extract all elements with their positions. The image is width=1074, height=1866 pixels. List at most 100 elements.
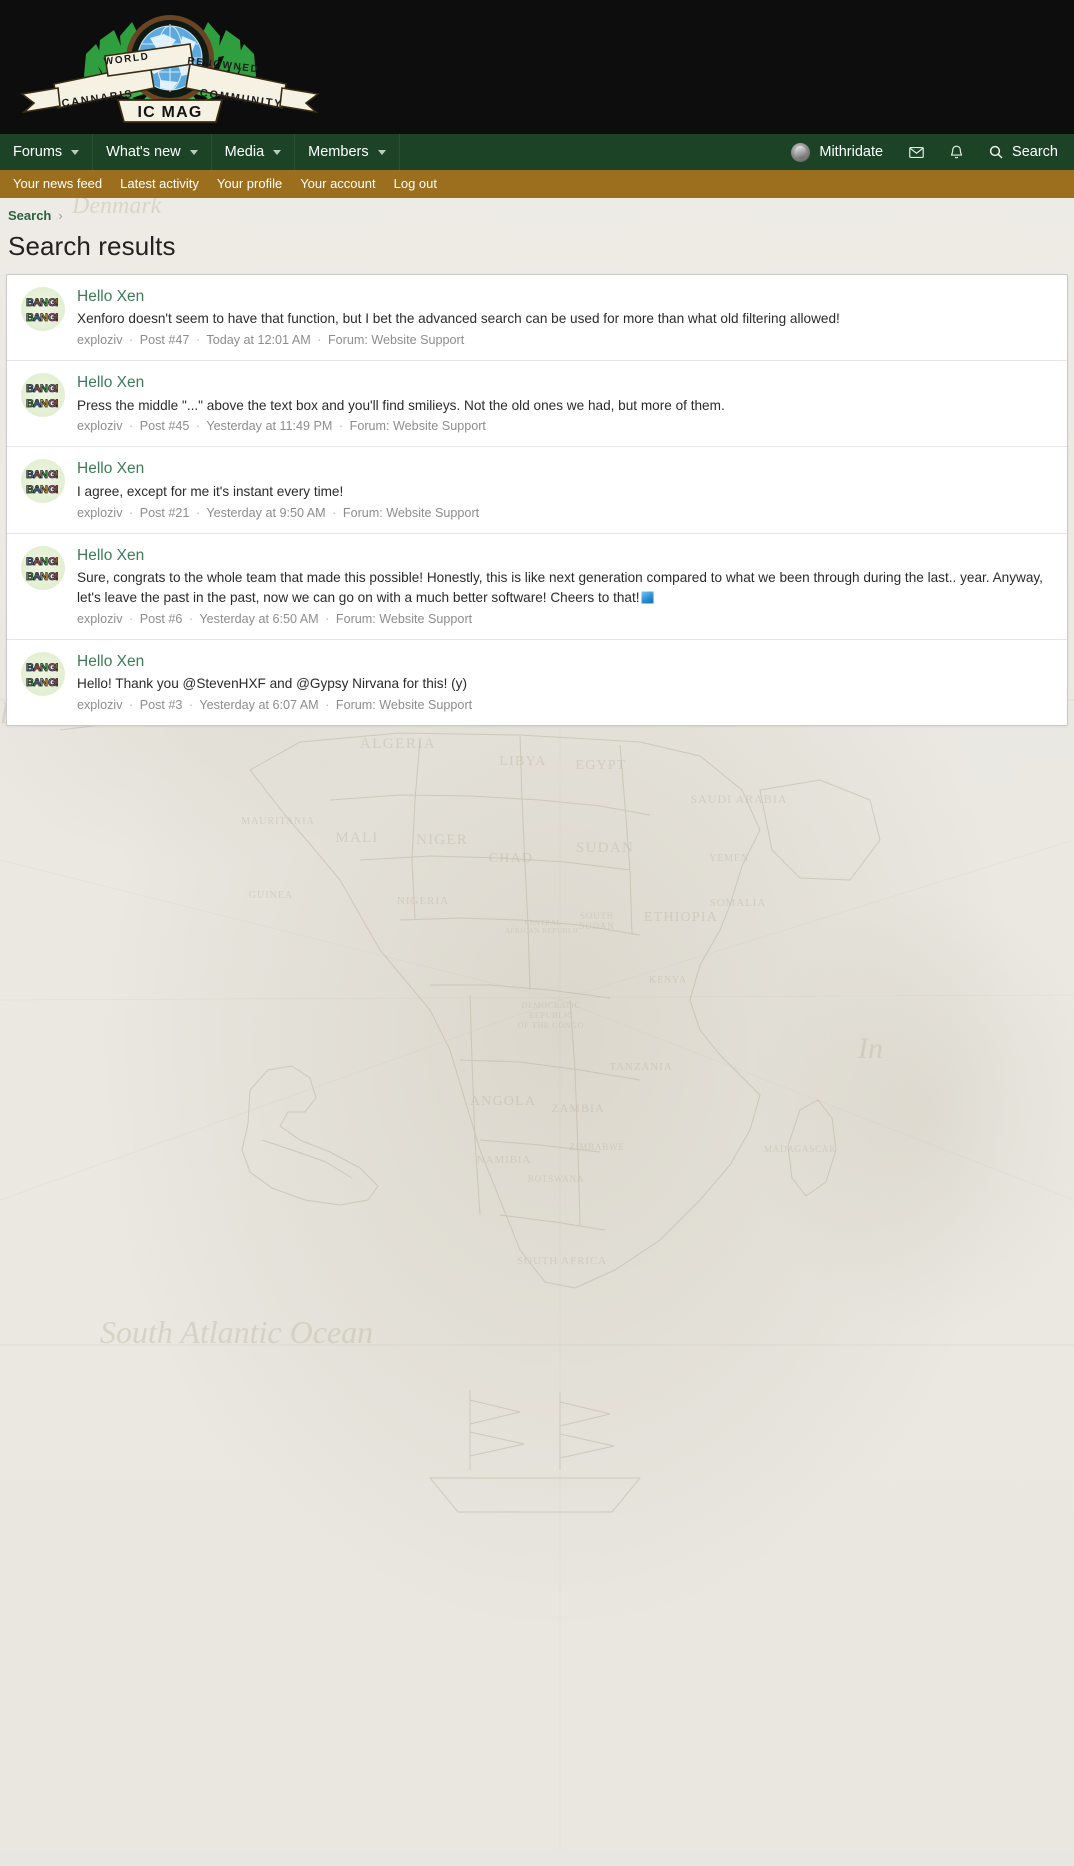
- result-body: Hello Xen Hello! Thank you @StevenHXF an…: [77, 652, 1053, 714]
- avatar-art: BA NG ! BA NG !: [21, 373, 65, 417]
- svg-text:N: N: [40, 556, 48, 568]
- search-result-item[interactable]: BA NG ! BA NG ! Hello Xen Sure, congrats…: [7, 534, 1067, 640]
- search-result-item[interactable]: BA NG ! BA NG ! Hello Xen Xenforo doesn'…: [7, 275, 1067, 361]
- result-author[interactable]: exploziv: [77, 506, 123, 520]
- svg-text:N: N: [40, 297, 48, 309]
- nav-item-members[interactable]: Members: [295, 134, 399, 170]
- result-timestamp: Yesterday at 11:49 PM: [206, 419, 332, 433]
- result-title[interactable]: Hello Xen: [77, 373, 1053, 392]
- result-author[interactable]: exploziv: [77, 419, 123, 433]
- nav-item-media[interactable]: Media: [212, 134, 296, 170]
- svg-text:!: !: [55, 677, 59, 689]
- search-button[interactable]: Search: [976, 134, 1074, 170]
- result-snippet: Hello! Thank you @StevenHXF and @Gypsy N…: [77, 674, 1053, 694]
- meta-separator: ·: [126, 506, 136, 520]
- result-post-number: Post #6: [140, 612, 183, 626]
- breadcrumb: Search ›: [6, 198, 1068, 225]
- subnav-item-your-profile[interactable]: Your profile: [208, 170, 291, 198]
- result-meta: exploziv · Post #47 · Today at 12:01 AM …: [77, 332, 1053, 349]
- alerts-button[interactable]: [936, 134, 976, 170]
- svg-text:!: !: [55, 398, 59, 410]
- beer-cheers-emoji: [641, 591, 654, 604]
- result-author[interactable]: exploziv: [77, 612, 123, 626]
- inbox-button[interactable]: [896, 134, 936, 170]
- main-navigation: Forums What's new Media Members Mithrida…: [0, 134, 1074, 170]
- breadcrumb-item-search[interactable]: Search: [8, 208, 51, 223]
- secondary-navigation: Your news feed Latest activity Your prof…: [0, 170, 1074, 198]
- result-forum[interactable]: Forum: Website Support: [350, 419, 486, 433]
- subnav-item-latest-activity[interactable]: Latest activity: [111, 170, 208, 198]
- result-forum[interactable]: Forum: Website Support: [336, 612, 472, 626]
- result-body: Hello Xen I agree, except for me it's in…: [77, 459, 1053, 521]
- result-title[interactable]: Hello Xen: [77, 287, 1053, 306]
- user-avatar-icon: [791, 143, 810, 162]
- svg-text:N: N: [40, 312, 48, 324]
- nav-item-label: What's new: [106, 144, 181, 160]
- result-author[interactable]: exploziv: [77, 698, 123, 712]
- result-post-number: Post #47: [140, 333, 190, 347]
- meta-separator: ·: [186, 612, 196, 626]
- meta-separator: ·: [322, 698, 332, 712]
- nav-item-label: Forums: [13, 144, 62, 160]
- result-snippet: Xenforo doesn't seem to have that functi…: [77, 309, 1053, 329]
- nav-item-forums[interactable]: Forums: [0, 134, 93, 170]
- meta-separator: ·: [193, 333, 203, 347]
- svg-text:!: !: [55, 556, 59, 568]
- avatar-art: BA NG ! BA NG !: [21, 287, 65, 331]
- page-title: Search results: [8, 231, 1068, 262]
- envelope-icon: [908, 144, 925, 161]
- subnav-item-your-news-feed[interactable]: Your news feed: [4, 170, 111, 198]
- meta-separator: ·: [314, 333, 324, 347]
- result-body: Hello Xen Sure, congrats to the whole te…: [77, 546, 1053, 628]
- search-result-item[interactable]: BA NG ! BA NG ! Hello Xen Press the midd…: [7, 361, 1067, 447]
- account-username: Mithridate: [819, 144, 883, 160]
- main-nav-left: Forums What's new Media Members: [0, 134, 400, 170]
- bang-bang-avatar-icon: BA NG ! BA NG !: [21, 373, 65, 417]
- result-forum[interactable]: Forum: Website Support: [343, 506, 479, 520]
- svg-text:!: !: [55, 383, 59, 395]
- site-logo[interactable]: WORLD RENOWNED CANNABIS COMMUNITY IC MAG: [10, 6, 330, 124]
- search-result-item[interactable]: BA NG ! BA NG ! Hello Xen Hello! Thank y…: [7, 640, 1067, 725]
- svg-text:!: !: [55, 469, 59, 481]
- chevron-down-icon[interactable]: [273, 150, 281, 155]
- result-timestamp: Yesterday at 9:50 AM: [206, 506, 325, 520]
- meta-separator: ·: [126, 698, 136, 712]
- chevron-down-icon[interactable]: [378, 150, 386, 155]
- result-snippet: I agree, except for me it's instant ever…: [77, 482, 1053, 502]
- meta-separator: ·: [186, 698, 196, 712]
- search-button-label: Search: [1012, 144, 1058, 160]
- chevron-down-icon[interactable]: [71, 150, 79, 155]
- ic-mag-logo-icon: WORLD RENOWNED CANNABIS COMMUNITY IC MAG: [10, 6, 330, 124]
- svg-text:!: !: [55, 312, 59, 324]
- meta-separator: ·: [329, 506, 339, 520]
- svg-text:N: N: [40, 383, 48, 395]
- search-results-list: BA NG ! BA NG ! Hello Xen Xenforo doesn'…: [6, 274, 1068, 726]
- result-author[interactable]: exploziv: [77, 333, 123, 347]
- result-title[interactable]: Hello Xen: [77, 652, 1053, 671]
- nav-item-label: Members: [308, 144, 368, 160]
- nav-item-whats-new[interactable]: What's new: [93, 134, 212, 170]
- svg-text:N: N: [40, 677, 48, 689]
- meta-separator: ·: [126, 612, 136, 626]
- result-timestamp: Today at 12:01 AM: [206, 333, 310, 347]
- bang-bang-avatar-icon: BA NG ! BA NG !: [21, 287, 65, 331]
- svg-text:N: N: [40, 662, 48, 674]
- result-post-number: Post #21: [140, 506, 190, 520]
- result-title[interactable]: Hello Xen: [77, 459, 1053, 478]
- subnav-item-your-account[interactable]: Your account: [291, 170, 384, 198]
- svg-text:N: N: [40, 398, 48, 410]
- logo-text-icmag: IC MAG: [138, 104, 203, 121]
- bang-bang-avatar-icon: BA NG ! BA NG !: [21, 652, 65, 696]
- meta-separator: ·: [336, 419, 346, 433]
- result-title[interactable]: Hello Xen: [77, 546, 1053, 565]
- result-timestamp: Yesterday at 6:50 AM: [199, 612, 318, 626]
- meta-separator: ·: [126, 419, 136, 433]
- result-meta: exploziv · Post #6 · Yesterday at 6:50 A…: [77, 611, 1053, 628]
- result-forum[interactable]: Forum: Website Support: [336, 698, 472, 712]
- account-menu[interactable]: Mithridate: [773, 134, 896, 170]
- search-result-item[interactable]: BA NG ! BA NG ! Hello Xen I agree, excep…: [7, 447, 1067, 533]
- avatar-art: BA NG ! BA NG !: [21, 546, 65, 590]
- chevron-down-icon[interactable]: [190, 150, 198, 155]
- subnav-item-log-out[interactable]: Log out: [385, 170, 446, 198]
- result-forum[interactable]: Forum: Website Support: [328, 333, 464, 347]
